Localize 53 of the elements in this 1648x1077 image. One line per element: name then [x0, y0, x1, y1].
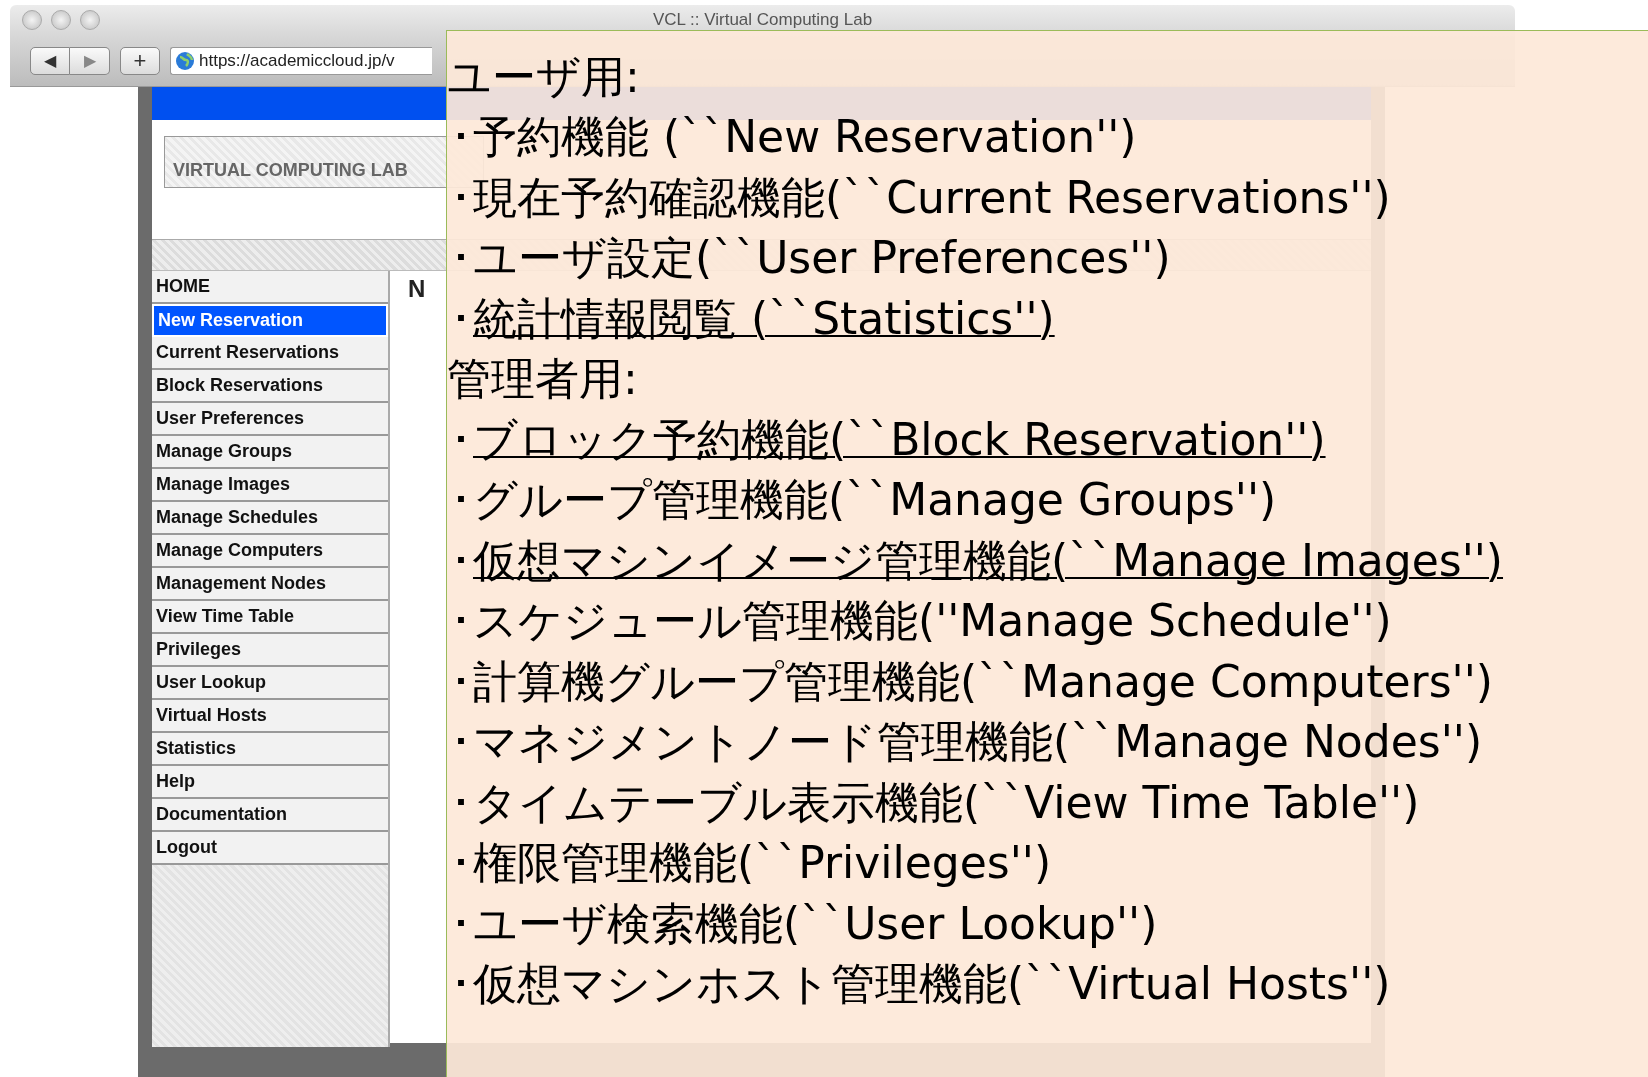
nav-item[interactable]: Logout: [152, 832, 388, 865]
nav-item[interactable]: Help: [152, 766, 388, 799]
feature-item: 権限管理機能(``Privileges''): [473, 836, 1052, 891]
nav-item[interactable]: Statistics: [152, 733, 388, 766]
nav-item[interactable]: HOME: [152, 271, 388, 304]
feature-item: 計算機グループ管理機能(``Manage Computers''): [473, 654, 1493, 709]
bullet-mark: ･: [449, 959, 473, 1011]
bullet-mark: ･: [449, 233, 473, 285]
nav-item[interactable]: Block Reservations: [152, 370, 388, 403]
address-bar[interactable]: https://academiccloud.jp/v: [170, 46, 432, 75]
bullet-mark: ･: [449, 656, 473, 708]
nav-item[interactable]: Manage Schedules: [152, 502, 388, 535]
bullet-mark: ･: [449, 898, 473, 950]
globe-icon: [175, 50, 195, 71]
bullet-mark: ･: [449, 777, 473, 829]
bullet-mark: ･: [449, 596, 473, 648]
window-control-icon[interactable]: [51, 10, 71, 30]
feature-item: ユーザ設定(``User Preferences''): [473, 231, 1171, 286]
nav-item[interactable]: Manage Images: [152, 469, 388, 502]
nav-item[interactable]: Virtual Hosts: [152, 700, 388, 733]
nav-item[interactable]: Current Reservations: [152, 337, 388, 370]
nav-item[interactable]: User Preferences: [152, 403, 388, 436]
feature-item: 仮想マシンホスト管理機能(``Virtual Hosts''): [473, 957, 1391, 1012]
feature-item: マネジメントノード管理機能(``Manage Nodes''): [473, 715, 1483, 770]
page-title: N: [408, 275, 426, 302]
section-heading: 管理者用:: [447, 352, 638, 407]
nav-item[interactable]: Management Nodes: [152, 568, 388, 601]
nav-item[interactable]: View Time Table: [152, 601, 388, 634]
back-button[interactable]: ◀: [30, 46, 70, 75]
nav-item[interactable]: Documentation: [152, 799, 388, 832]
feature-item: ユーザ検索機能(``User Lookup''): [473, 896, 1158, 951]
nav-item[interactable]: Manage Computers: [152, 535, 388, 568]
window-title: VCL :: Virtual Computing Lab: [652, 10, 873, 29]
bullet-mark: ･: [449, 414, 473, 466]
feature-item: グループ管理機能(``Manage Groups''): [473, 473, 1277, 528]
window-control-icon[interactable]: [80, 10, 100, 30]
add-bookmark-button[interactable]: +: [120, 46, 160, 75]
feature-item: タイムテーブル表示機能(``View Time Table''): [473, 775, 1420, 830]
feature-item: 仮想マシンイメージ管理機能(``Manage Images''): [473, 533, 1503, 588]
bullet-mark: ･: [449, 838, 473, 890]
nav-item[interactable]: New Reservation: [152, 304, 388, 337]
bullet-mark: ･: [449, 293, 473, 345]
nav-item[interactable]: User Lookup: [152, 667, 388, 700]
bullet-mark: ･: [449, 475, 473, 527]
section-heading: ユーザ用:: [447, 49, 640, 104]
window-control-icon[interactable]: [22, 10, 42, 30]
nav-item[interactable]: Manage Groups: [152, 436, 388, 469]
bullet-mark: ･: [449, 717, 473, 769]
bullet-mark: ･: [449, 535, 473, 587]
feature-item: ブロック予約機能(``Block Reservation''): [473, 412, 1326, 467]
feature-item: 統計情報閲覧 (``Statistics''): [473, 291, 1055, 346]
nav-item[interactable]: Privileges: [152, 634, 388, 667]
feature-item: スケジュール管理機能(''Manage Schedule''): [473, 594, 1392, 649]
